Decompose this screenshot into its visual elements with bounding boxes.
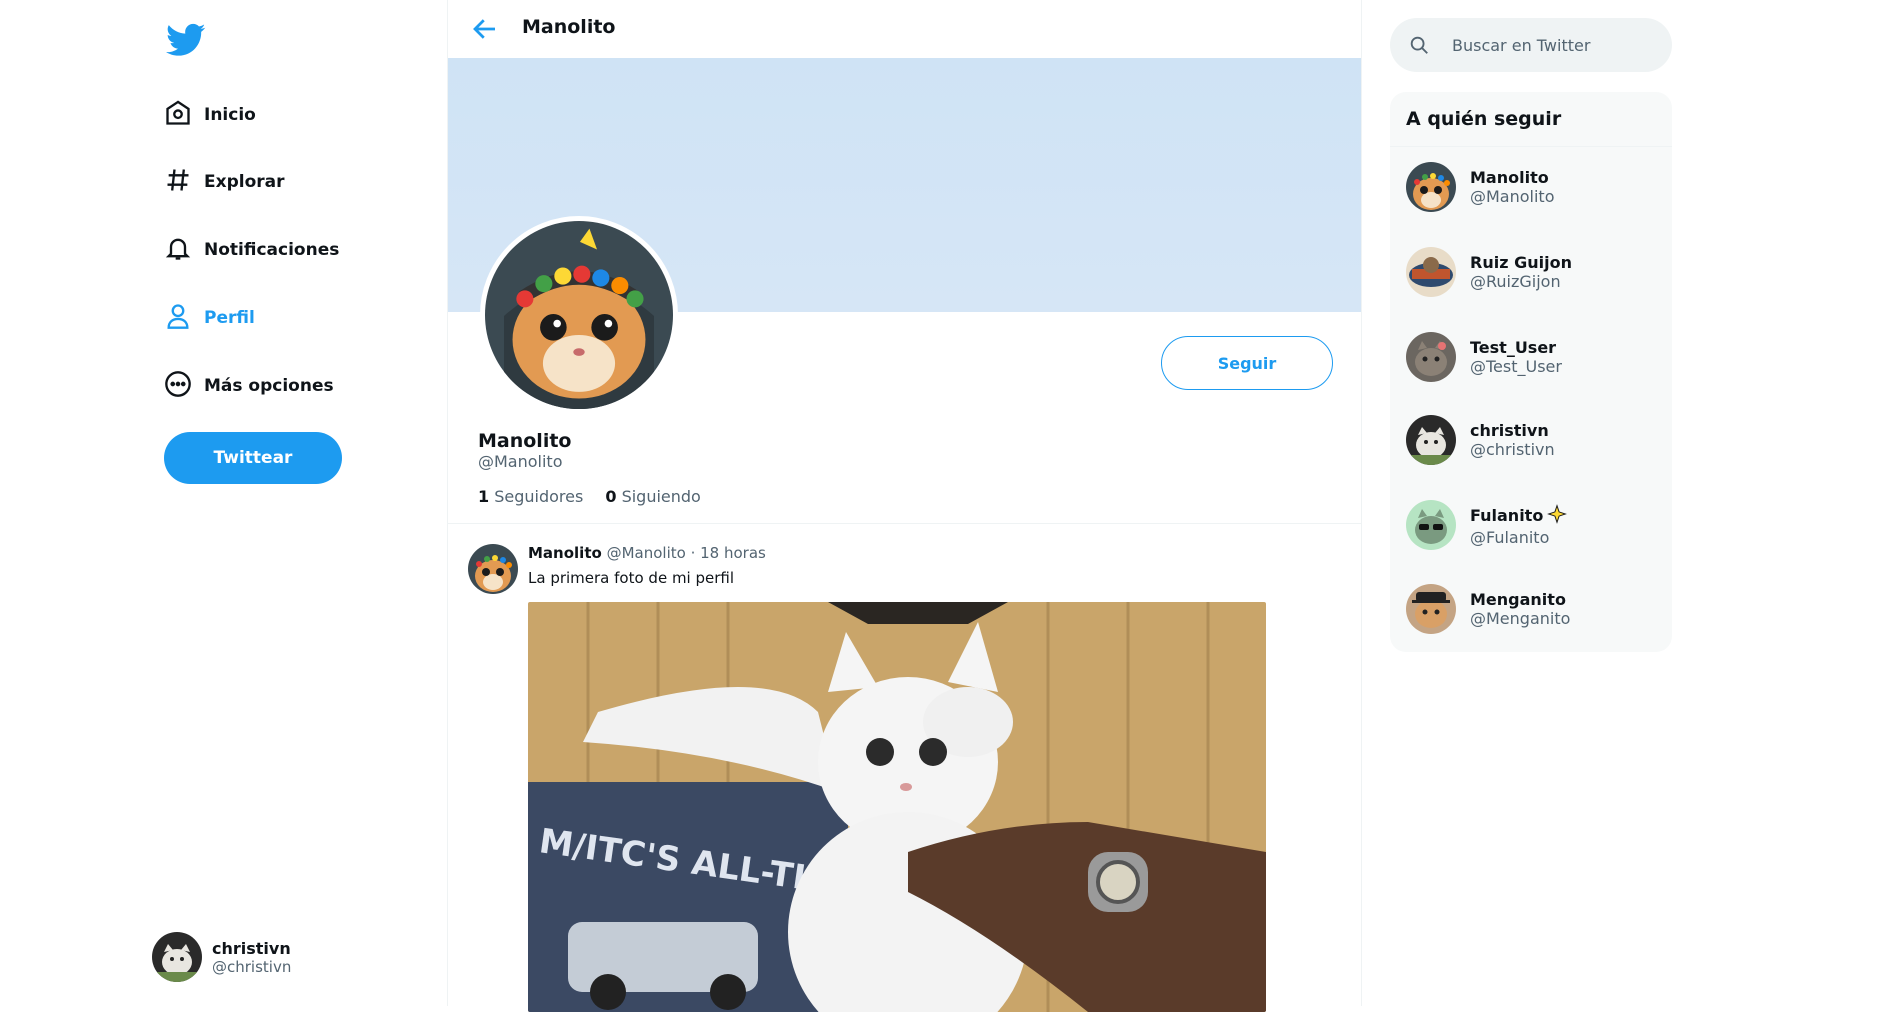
user-info: Manolito @Manolito [1470, 168, 1555, 206]
user-handle: @christivn [1470, 440, 1555, 459]
sidebar-item-label: Notificaciones [204, 240, 340, 260]
following-count: 0 [605, 487, 617, 506]
user-handle: @Fulanito [1470, 527, 1550, 547]
user-name-text: Test_User [1470, 338, 1557, 357]
suggested-user[interactable]: Fulanito @Fulanito [1406, 498, 1656, 552]
bell-icon [164, 234, 192, 267]
avatar [152, 932, 202, 982]
user-name-text: Menganito [1470, 590, 1566, 609]
tweet-header: Manolito @Manolito · 18 horas [528, 544, 766, 562]
avatar [1406, 162, 1456, 212]
user-name-text: christivn [1470, 421, 1549, 440]
suggested-user[interactable]: Menganito @Menganito [1406, 582, 1656, 636]
sidebar-item-inicio[interactable]: Inicio [164, 93, 256, 137]
sidebar-item-label: Más opciones [204, 376, 334, 396]
user-name: Fulanito [1470, 503, 1568, 528]
account-info: christivn @christivn [212, 939, 291, 976]
user-handle: @Menganito [1470, 609, 1571, 628]
tweet-time: · 18 horas [690, 544, 766, 562]
suggested-user[interactable]: Manolito @Manolito [1406, 160, 1656, 214]
left-sidebar: Inicio Explorar Notificaciones Perfil Má… [152, 0, 448, 1006]
user-name-text: Ruiz Guijon [1470, 253, 1572, 272]
user-handle: @Manolito [1470, 187, 1555, 206]
sidebar-item-notificaciones[interactable]: Notificaciones [164, 228, 339, 272]
user-name: Test_User [1470, 338, 1562, 357]
suggested-user[interactable]: christivn @christivn [1406, 413, 1656, 467]
user-handle: @RuizGijon [1470, 272, 1561, 291]
search-input[interactable] [1450, 30, 1660, 60]
sparkle-icon [1547, 503, 1568, 528]
tweet-media[interactable]: M/ITC'S ALL-TIME TOP TEAM [528, 602, 1266, 1012]
tweet-avatar[interactable] [468, 544, 518, 594]
user-icon [164, 302, 192, 335]
followers-label: Seguidores [494, 487, 584, 506]
followers-link[interactable]: 1 Seguidores [478, 487, 583, 506]
tweet-author[interactable]: Manolito [528, 544, 602, 562]
following-link[interactable]: 0 Siguiendo [605, 487, 701, 506]
avatar [1406, 247, 1456, 297]
profile-main: Manolito Seguir Manolito @Manolito 1 Seg… [447, 0, 1362, 1012]
user-name-text: Manolito [1470, 168, 1549, 187]
more-circle-icon [164, 370, 192, 403]
twitter-logo-icon[interactable] [166, 20, 206, 60]
avatar [1406, 500, 1456, 550]
avatar [1406, 332, 1456, 382]
sidebar-item-label: Perfil [204, 308, 255, 328]
sidebar-item-mas-opciones[interactable]: Más opciones [164, 364, 334, 408]
user-handle: @Test_User [1470, 357, 1562, 376]
account-name: christivn [212, 938, 291, 958]
tweet-button[interactable]: Twittear [164, 432, 342, 484]
who-to-follow-panel: A quién seguir Manolito @Manolito Ruiz G… [1390, 92, 1672, 652]
sidebar-item-label: Inicio [204, 105, 256, 125]
tweet-text: La primera foto de mi perfil [528, 569, 735, 587]
search-box[interactable] [1390, 18, 1672, 72]
user-info: christivn @christivn [1470, 421, 1555, 459]
user-name: Menganito [1470, 590, 1570, 609]
following-label: Siguiendo [621, 487, 701, 506]
sidebar-item-perfil[interactable]: Perfil [164, 296, 255, 340]
page-title: Manolito [522, 16, 616, 38]
home-icon [164, 99, 192, 132]
follow-button[interactable]: Seguir [1161, 336, 1333, 390]
divider [448, 523, 1361, 524]
profile-stats: 1 Seguidores 0 Siguiendo [478, 487, 701, 506]
suggested-user[interactable]: Test_User @Test_User [1406, 330, 1656, 384]
suggested-user[interactable]: Ruiz Guijon @RuizGijon [1406, 245, 1656, 299]
user-info: Test_User @Test_User [1470, 338, 1562, 376]
tweet-handle[interactable]: @Manolito [607, 544, 686, 562]
profile-name: Manolito [478, 430, 572, 452]
sidebar-item-label: Explorar [204, 172, 285, 192]
who-to-follow-title: A quién seguir [1406, 108, 1562, 130]
avatar [1406, 415, 1456, 465]
profile-avatar[interactable] [480, 216, 678, 414]
user-name: Manolito [1470, 168, 1555, 187]
user-info: Fulanito @Fulanito [1470, 503, 1568, 547]
back-arrow-icon[interactable] [470, 14, 500, 44]
user-name: Ruiz Guijon [1470, 253, 1572, 272]
user-name-text: Fulanito [1470, 506, 1544, 525]
followers-count: 1 [478, 487, 490, 506]
account-switcher[interactable]: christivn @christivn [152, 932, 291, 982]
user-info: Ruiz Guijon @RuizGijon [1470, 253, 1572, 291]
account-handle: @christivn [212, 957, 292, 976]
profile-topbar: Manolito [448, 0, 1361, 58]
avatar [1406, 584, 1456, 634]
user-name: christivn [1470, 421, 1555, 440]
hashtag-icon [164, 166, 192, 199]
divider [1390, 146, 1672, 147]
user-info: Menganito @Menganito [1470, 590, 1570, 628]
profile-handle: @Manolito [478, 452, 563, 471]
sidebar-item-explorar[interactable]: Explorar [164, 160, 285, 204]
